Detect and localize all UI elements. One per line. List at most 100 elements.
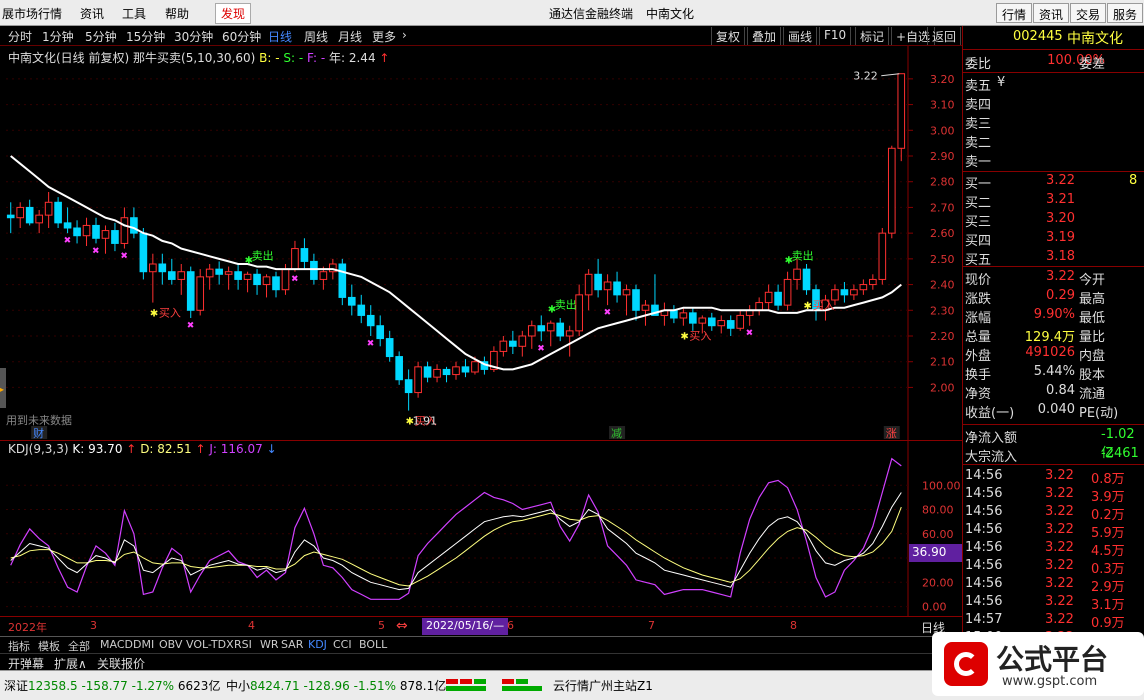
tab-vol-tdx[interactable]: VOL-TDX <box>186 638 234 651</box>
top-button-trade[interactable]: 交易 <box>1070 3 1107 23</box>
candle[interactable] <box>54 197 62 228</box>
candle[interactable] <box>641 300 650 326</box>
candle[interactable] <box>262 274 271 298</box>
tab-all[interactable]: 全部 <box>68 638 90 654</box>
candle[interactable] <box>499 336 508 357</box>
period-15min[interactable]: 15分钟 <box>126 28 165 45</box>
candle[interactable] <box>774 284 782 311</box>
candle[interactable] <box>414 361 422 398</box>
candle[interactable] <box>745 305 754 326</box>
candle[interactable] <box>35 210 43 234</box>
candle[interactable] <box>603 274 612 306</box>
candle[interactable] <box>215 261 223 285</box>
tab-cci[interactable]: CCI <box>333 638 352 651</box>
candle[interactable] <box>366 305 375 336</box>
candle[interactable] <box>726 315 735 336</box>
tab-kdj[interactable]: KDJ <box>308 638 327 651</box>
top-button-news[interactable]: 资讯 <box>1033 3 1070 23</box>
candle[interactable] <box>423 361 432 383</box>
menu-news[interactable]: 资讯 <box>80 5 104 22</box>
candle[interactable] <box>300 238 309 270</box>
tab-template[interactable]: 模板 <box>38 638 60 654</box>
period-60min[interactable]: 60分钟 <box>222 28 261 45</box>
candle[interactable] <box>689 307 697 331</box>
event-marker[interactable]: 财 <box>33 426 44 440</box>
candle[interactable] <box>385 330 394 362</box>
candle[interactable] <box>527 320 536 349</box>
candle[interactable] <box>149 253 157 303</box>
candle[interactable] <box>130 207 138 239</box>
candle[interactable] <box>651 274 659 316</box>
candle[interactable] <box>660 302 669 326</box>
kdj-chart[interactable]: 100.0080.0060.0040.0020.000.00 <box>0 441 962 617</box>
candle[interactable] <box>338 258 347 306</box>
chevron-right-icon[interactable]: ▸ <box>0 385 4 394</box>
candle[interactable] <box>840 282 849 303</box>
candle[interactable] <box>802 264 811 295</box>
candle[interactable] <box>859 279 868 295</box>
period-intraday[interactable]: 分时 <box>8 28 32 45</box>
toolbar-button-draw[interactable]: 画线 <box>783 27 818 45</box>
candle[interactable] <box>101 225 110 254</box>
candle[interactable] <box>16 202 25 228</box>
top-button-service[interactable]: 服务 <box>1107 3 1144 23</box>
candle[interactable] <box>509 330 517 354</box>
left-right-arrow-icon[interactable]: ⇔ <box>396 618 408 634</box>
candle[interactable] <box>594 258 602 298</box>
candle[interactable] <box>291 240 299 272</box>
tab-wr[interactable]: WR <box>260 638 279 651</box>
candle[interactable] <box>717 315 726 334</box>
candle[interactable] <box>92 217 100 244</box>
period-daily[interactable]: 日线 <box>268 28 292 45</box>
candle[interactable] <box>25 199 34 226</box>
candle[interactable] <box>272 271 280 298</box>
tab-boll[interactable]: BOLL <box>359 638 387 651</box>
candle[interactable] <box>177 264 186 295</box>
toolbar-button-back[interactable]: 返回 <box>927 27 962 45</box>
toolbar-button-f10[interactable]: F10 <box>819 27 852 45</box>
candle[interactable] <box>736 310 745 331</box>
candle[interactable] <box>224 266 233 290</box>
candle[interactable] <box>63 207 72 234</box>
candle[interactable] <box>575 284 583 336</box>
candle[interactable] <box>120 207 129 249</box>
candle[interactable] <box>632 284 640 321</box>
period-more[interactable]: 更多 <box>372 28 396 45</box>
candle[interactable] <box>670 305 678 324</box>
event-marker[interactable]: 减 <box>611 427 622 440</box>
candle[interactable] <box>376 315 385 347</box>
candle[interactable] <box>707 312 716 331</box>
tab-macd[interactable]: MACD <box>100 638 133 651</box>
candle[interactable] <box>158 253 167 285</box>
candle[interactable] <box>584 269 593 311</box>
sz-index[interactable]: 深证12358.5 -158.77 -1.27% 6623亿 <box>4 677 220 694</box>
tab-indicator[interactable]: 指标 <box>8 638 30 654</box>
candle[interactable] <box>111 222 119 252</box>
candle[interactable] <box>234 264 242 290</box>
toolbar-button-mark[interactable]: 标记 <box>855 27 890 45</box>
candle[interactable] <box>518 330 527 357</box>
period-1min[interactable]: 1分钟 <box>42 28 74 45</box>
period-5min[interactable]: 5分钟 <box>85 28 117 45</box>
chevron-right-icon[interactable]: › <box>402 28 407 42</box>
candlestick-chart[interactable]: 3.20 3.10 3.00 2.90 2.80 2.70 2.60 2.50 2.40 2.30… <box>0 46 962 440</box>
candle[interactable] <box>622 284 631 316</box>
candle[interactable] <box>196 269 205 316</box>
candle[interactable] <box>546 320 555 347</box>
candle[interactable] <box>167 258 176 285</box>
candle[interactable] <box>783 271 792 311</box>
candle[interactable] <box>6 202 15 234</box>
candle[interactable] <box>139 228 148 280</box>
kdj-panel[interactable]: 100.0080.0060.0040.0020.000.00 KDJ(9,3,3… <box>0 440 962 617</box>
candle[interactable] <box>793 258 801 290</box>
candle[interactable] <box>565 325 574 357</box>
top-button-quotes[interactable]: 行情 <box>996 3 1033 23</box>
candle[interactable] <box>44 192 53 228</box>
menu-market[interactable]: 展市场行情 <box>2 5 62 22</box>
candle[interactable] <box>869 274 877 290</box>
candle[interactable] <box>404 369 413 411</box>
toolbar-button-adjust[interactable]: 复权 <box>711 27 746 45</box>
candle[interactable] <box>850 284 858 300</box>
tab-dmi[interactable]: DMI <box>133 638 154 651</box>
toolbar-button-overlay[interactable]: 叠加 <box>747 27 782 45</box>
